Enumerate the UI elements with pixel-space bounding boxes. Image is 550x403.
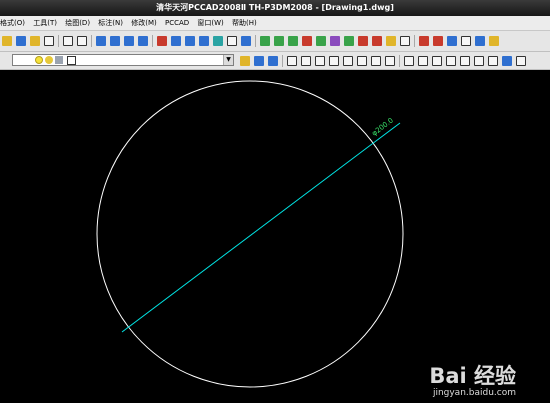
toolbar-separator [399, 54, 400, 67]
pccad-tool-13-icon[interactable] [433, 36, 443, 46]
layer-previous-icon[interactable] [254, 55, 264, 66]
layer-dropdown[interactable]: ▼ [12, 54, 234, 66]
light-bulb-icon [35, 56, 43, 64]
pccad-tool-1-icon[interactable] [260, 36, 270, 46]
layers-toolbar: ▼ [0, 52, 550, 70]
menu-tools[interactable]: 工具(T) [29, 16, 59, 30]
sun-icon [45, 56, 53, 64]
jogged-linear-icon[interactable] [516, 55, 526, 66]
baseline-dimension-icon[interactable] [418, 55, 428, 66]
pccad-tool-2-icon[interactable] [274, 36, 284, 46]
pccad-tool-16-icon[interactable] [475, 36, 485, 46]
toolbar-separator [91, 35, 92, 47]
toolbar-separator [414, 35, 415, 47]
jogged-dimension-icon[interactable] [357, 55, 367, 66]
pccad-tool-6-icon[interactable] [330, 36, 340, 46]
title-bar: 清华天河PCCAD2008Ⅱ TH-P3DM2008 - [Drawing1.d… [0, 0, 550, 16]
pccad-tool-4-icon[interactable] [302, 36, 312, 46]
continue-dimension-icon[interactable] [432, 55, 442, 66]
angular-dimension-icon[interactable] [385, 55, 395, 66]
inspection-icon[interactable] [502, 55, 512, 66]
pan-icon[interactable] [96, 36, 106, 46]
toolbar-separator [58, 35, 59, 47]
pccad-tool-12-icon[interactable] [419, 36, 429, 46]
quick-dimension-icon[interactable] [404, 55, 414, 66]
standard-toolbar [0, 31, 550, 52]
diameter-dimension-text: φ200.0 [370, 116, 395, 137]
window-title: 清华天河PCCAD2008Ⅱ TH-P3DM2008 - [Drawing1.d… [156, 3, 394, 12]
pccad-tool-9-icon[interactable] [372, 36, 382, 46]
radius-dimension-icon[interactable] [343, 55, 353, 66]
linear-dimension-icon[interactable] [287, 55, 297, 66]
tolerance-icon[interactable] [474, 55, 484, 66]
diameter-dimension-icon[interactable] [371, 55, 381, 66]
tool-palette-icon[interactable] [185, 36, 195, 46]
aligned-dimension-icon[interactable] [301, 55, 311, 66]
baidu-logo: Bai 经验 [429, 364, 516, 388]
layer-states-icon[interactable] [240, 55, 250, 66]
menu-bar: 格式(O) 工具(T) 绘图(D) 标注(N) 修改(M) PCCAD 窗口(W… [0, 16, 550, 31]
menu-dimension[interactable]: 标注(N) [94, 16, 125, 30]
zoom-realtime-icon[interactable] [110, 36, 120, 46]
pccad-tool-3-icon[interactable] [288, 36, 298, 46]
pccad-tool-17-icon[interactable] [489, 36, 499, 46]
drawing-canvas[interactable]: φ200.0 [0, 70, 550, 403]
redo-icon[interactable] [77, 36, 87, 46]
pccad-tool-15-icon[interactable] [461, 36, 471, 46]
ordinate-dimension-icon[interactable] [329, 55, 339, 66]
undo-icon[interactable] [63, 36, 73, 46]
properties-icon[interactable] [157, 36, 167, 46]
dimension-break-icon[interactable] [460, 55, 470, 66]
toolbar-separator [282, 54, 283, 67]
arc-length-icon[interactable] [315, 55, 325, 66]
toolbar-separator [255, 35, 256, 47]
baidu-jingyan-watermark: Bai 经验 jingyan.baidu.com [429, 364, 516, 399]
chevron-down-icon[interactable]: ▼ [223, 55, 233, 65]
pccad-tool-14-icon[interactable] [447, 36, 457, 46]
make-current-icon[interactable] [268, 55, 278, 66]
pencil-icon[interactable] [30, 36, 40, 46]
pccad-tool-8-icon[interactable] [358, 36, 368, 46]
cad-window: 清华天河PCCAD2008Ⅱ TH-P3DM2008 - [Drawing1.d… [0, 0, 550, 403]
dimension-space-icon[interactable] [446, 55, 456, 66]
center-mark-icon[interactable] [488, 55, 498, 66]
markup-icon[interactable] [213, 36, 223, 46]
design-center-icon[interactable] [171, 36, 181, 46]
layer-color-swatch [67, 56, 76, 65]
eraser-icon[interactable] [44, 36, 54, 46]
save-icon[interactable] [16, 36, 26, 46]
menu-window[interactable]: 窗口(W) [193, 16, 225, 30]
watermark-url: jingyan.baidu.com [432, 388, 516, 398]
menu-pccad[interactable]: PCCAD [161, 16, 191, 30]
lock-icon [55, 56, 63, 64]
menu-format[interactable]: 格式(O) [0, 16, 27, 30]
pccad-tool-5-icon[interactable] [316, 36, 326, 46]
sheet-set-icon[interactable] [199, 36, 209, 46]
toolbar-separator [152, 35, 153, 47]
zoom-previous-icon[interactable] [138, 36, 148, 46]
circle-entity[interactable] [96, 80, 404, 388]
menu-draw[interactable]: 绘图(D) [61, 16, 92, 30]
help-icon[interactable] [241, 36, 251, 46]
pccad-tool-11-icon[interactable] [400, 36, 410, 46]
drawing-area[interactable]: φ200.0 Bai 经验 jingyan.baidu.com [0, 70, 550, 403]
zoom-window-icon[interactable] [124, 36, 134, 46]
open-icon[interactable] [2, 36, 12, 46]
menu-help[interactable]: 帮助(H) [228, 16, 259, 30]
calculator-icon[interactable] [227, 36, 237, 46]
pccad-tool-7-icon[interactable] [344, 36, 354, 46]
menu-modify[interactable]: 修改(M) [127, 16, 159, 30]
diameter-dimension-line[interactable] [121, 143, 373, 333]
pccad-tool-10-icon[interactable] [386, 36, 396, 46]
